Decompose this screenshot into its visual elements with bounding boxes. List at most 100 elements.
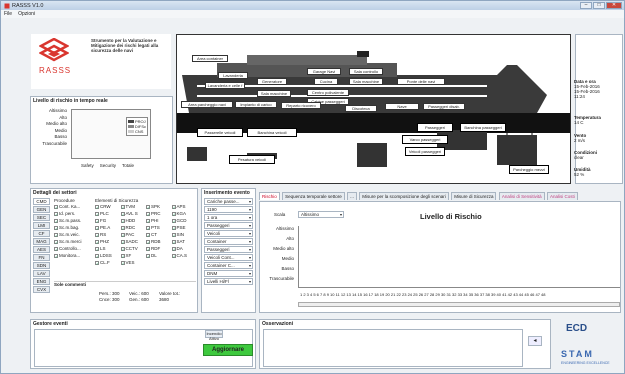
ship-box[interactable]: Cucina (314, 78, 338, 85)
event-combo[interactable]: Passeggeri (204, 222, 253, 229)
ship-box[interactable]: Passerelle veicoli (197, 128, 243, 137)
category-tab[interactable]: SEC (33, 214, 50, 221)
category-tab[interactable]: LAV (33, 270, 50, 277)
element-checkbox[interactable]: ✓ VES (120, 259, 147, 266)
element-checkbox[interactable]: ✓ SIN (171, 231, 198, 238)
ship-box[interactable]: Parcheggio mezzi (509, 165, 549, 174)
element-checkbox[interactable]: ✓ CL.F (95, 259, 121, 266)
incendio-checkbox[interactable]: Incendio Attivo (205, 330, 223, 341)
procedure-checkbox[interactable]: ✓ Sc.m.pass. (54, 217, 92, 224)
element-checkbox[interactable]: ✓ SADC (120, 238, 147, 245)
ship-box[interactable]: Sala controllo (349, 68, 383, 75)
category-tab[interactable]: ENG (33, 278, 50, 285)
element-checkbox[interactable]: ✓ PLC (95, 210, 121, 217)
add-observation-button[interactable]: ◂ (528, 336, 542, 346)
ship-box[interactable]: Lavanderia e celle f (205, 82, 245, 89)
element-checkbox[interactable]: ✓ CCTV (120, 245, 147, 252)
category-tab[interactable]: SDN (33, 262, 50, 269)
element-checkbox[interactable]: ✓ HDD (120, 217, 147, 224)
tab-costs[interactable]: Analisi Costi (547, 192, 578, 200)
category-tab[interactable]: CMD (33, 198, 50, 205)
element-checkbox[interactable]: ✓ PSE (171, 224, 198, 231)
ship-box[interactable]: Sala macchine (349, 78, 383, 85)
event-combo[interactable]: Veicoli (204, 230, 253, 237)
element-checkbox[interactable]: ✓ PRC (146, 210, 172, 217)
ship-box[interactable]: Sala macchine (257, 90, 291, 97)
event-combo[interactable]: 1190 (204, 206, 253, 213)
element-checkbox[interactable]: ✓ AVL S (120, 210, 147, 217)
scale-select[interactable]: Altissimo (298, 211, 344, 218)
ship-box[interactable]: Discoteca (345, 105, 377, 112)
element-checkbox[interactable]: ✓ PAC (120, 231, 147, 238)
category-tab[interactable]: CF (33, 230, 50, 237)
minimize-button[interactable]: – (580, 2, 592, 9)
element-checkbox[interactable]: ✓ XF (120, 252, 147, 259)
element-checkbox[interactable]: ✓ PHI (146, 217, 172, 224)
procedure-checkbox[interactable]: ✓ Sc.m.merci (54, 238, 92, 245)
element-checkbox[interactable]: ✓ CA.S (171, 252, 198, 259)
element-checkbox[interactable]: ✓ RDC (120, 224, 147, 231)
element-checkbox[interactable]: ✓ CRW (95, 203, 121, 210)
observations-textarea[interactable] (263, 329, 523, 367)
ship-box[interactable]: Generatore (257, 78, 287, 85)
ship-box[interactable]: Passeggeri disab. (423, 103, 465, 110)
procedure-checkbox[interactable]: ✓ Sc.m.veic. (54, 231, 92, 238)
element-checkbox[interactable]: ✓ RDB (146, 238, 172, 245)
event-combo[interactable]: Container (204, 238, 253, 245)
ship-box[interactable]: Pesatura veicoli (229, 155, 275, 164)
element-checkbox[interactable]: ✓ GCD (171, 217, 198, 224)
event-combo[interactable]: Container C... (204, 262, 253, 269)
element-checkbox[interactable]: ✓ FG (95, 217, 121, 224)
menu-options[interactable]: Opzioni (18, 11, 35, 17)
procedure-checkbox[interactable]: ✓ Sc.m.bag. (54, 224, 92, 231)
menu-file[interactable]: File (4, 11, 12, 17)
ship-box[interactable]: Centro polivalente (307, 89, 349, 96)
tab-scenarios[interactable]: Misure per la scomposizione degli scenar… (359, 192, 449, 200)
tab-timeline[interactable]: Sequenza temporale settore (282, 192, 345, 200)
procedure-checkbox[interactable]: ✓ Monitora... (54, 252, 92, 259)
category-tab[interactable]: GEN (33, 206, 50, 213)
procedure-checkbox[interactable]: ✓ Id. pers. (54, 210, 92, 217)
element-checkbox[interactable]: ✓ RS (95, 231, 121, 238)
element-checkbox[interactable]: ✓ KGA (171, 210, 198, 217)
element-checkbox[interactable]: ✓ CT (146, 231, 172, 238)
ship-box[interactable]: Banchina passeggeri (460, 123, 506, 132)
event-combo[interactable]: 1 ora (204, 214, 253, 221)
event-combo[interactable]: Livelli Hi/Fl (204, 278, 253, 285)
maximize-button[interactable]: □ (593, 2, 605, 9)
ship-box[interactable]: Varco passeggeri (402, 135, 448, 144)
close-button[interactable]: ✕ (606, 2, 622, 9)
element-checkbox[interactable]: ✓ DA (171, 245, 198, 252)
ship-box[interactable]: Reparto ricovero (281, 102, 321, 109)
element-checkbox[interactable]: ✓ SPK (146, 203, 172, 210)
ship-box[interactable]: Passeggeri (417, 123, 453, 132)
category-tab[interactable]: AES (33, 246, 50, 253)
element-checkbox[interactable]: ✓ TVM (120, 203, 147, 210)
event-combo[interactable]: DNM (204, 270, 253, 277)
event-combo[interactable]: Cariche passe... (204, 198, 253, 205)
ship-box[interactable]: Veicoli passeggeri (405, 147, 445, 156)
element-checkbox[interactable]: ✓ LDSS (95, 252, 121, 259)
tab-security-measures[interactable]: Misure di Sicurezza (451, 192, 497, 200)
procedure-checkbox[interactable]: ✓ Cont. Ka... (54, 203, 92, 210)
ship-box[interactable]: Lavanderia (218, 72, 248, 79)
category-tab[interactable]: FN (33, 254, 50, 261)
element-checkbox[interactable]: ✓ RDF (146, 245, 172, 252)
ship-box[interactable]: Ponte delle navi (397, 78, 445, 85)
tab-sensitivity[interactable]: Analisi di Sensitività (498, 192, 545, 200)
element-checkbox[interactable]: ✓ PTS (146, 224, 172, 231)
ship-box[interactable]: Garage Navi (307, 68, 341, 75)
ship-box[interactable]: Area parcheggio navi (181, 101, 233, 108)
element-checkbox[interactable]: ✓ LS (95, 245, 121, 252)
element-checkbox[interactable]: ✓ DL (146, 252, 172, 259)
category-tab[interactable]: MAG (33, 238, 50, 245)
category-tab[interactable]: LMI (33, 222, 50, 229)
ship-box[interactable]: Area container (192, 55, 228, 62)
ship-box[interactable]: Banchina veicoli (247, 128, 297, 137)
category-tab[interactable]: CVX (33, 286, 50, 293)
event-combo[interactable]: Passeggeri (204, 246, 253, 253)
element-checkbox[interactable]: ✓ PE.A (95, 224, 121, 231)
tab-risk[interactable]: Rischio (259, 192, 280, 200)
ship-box[interactable]: Impianto di carico (235, 101, 277, 108)
update-button[interactable]: Aggiornare (203, 344, 253, 356)
